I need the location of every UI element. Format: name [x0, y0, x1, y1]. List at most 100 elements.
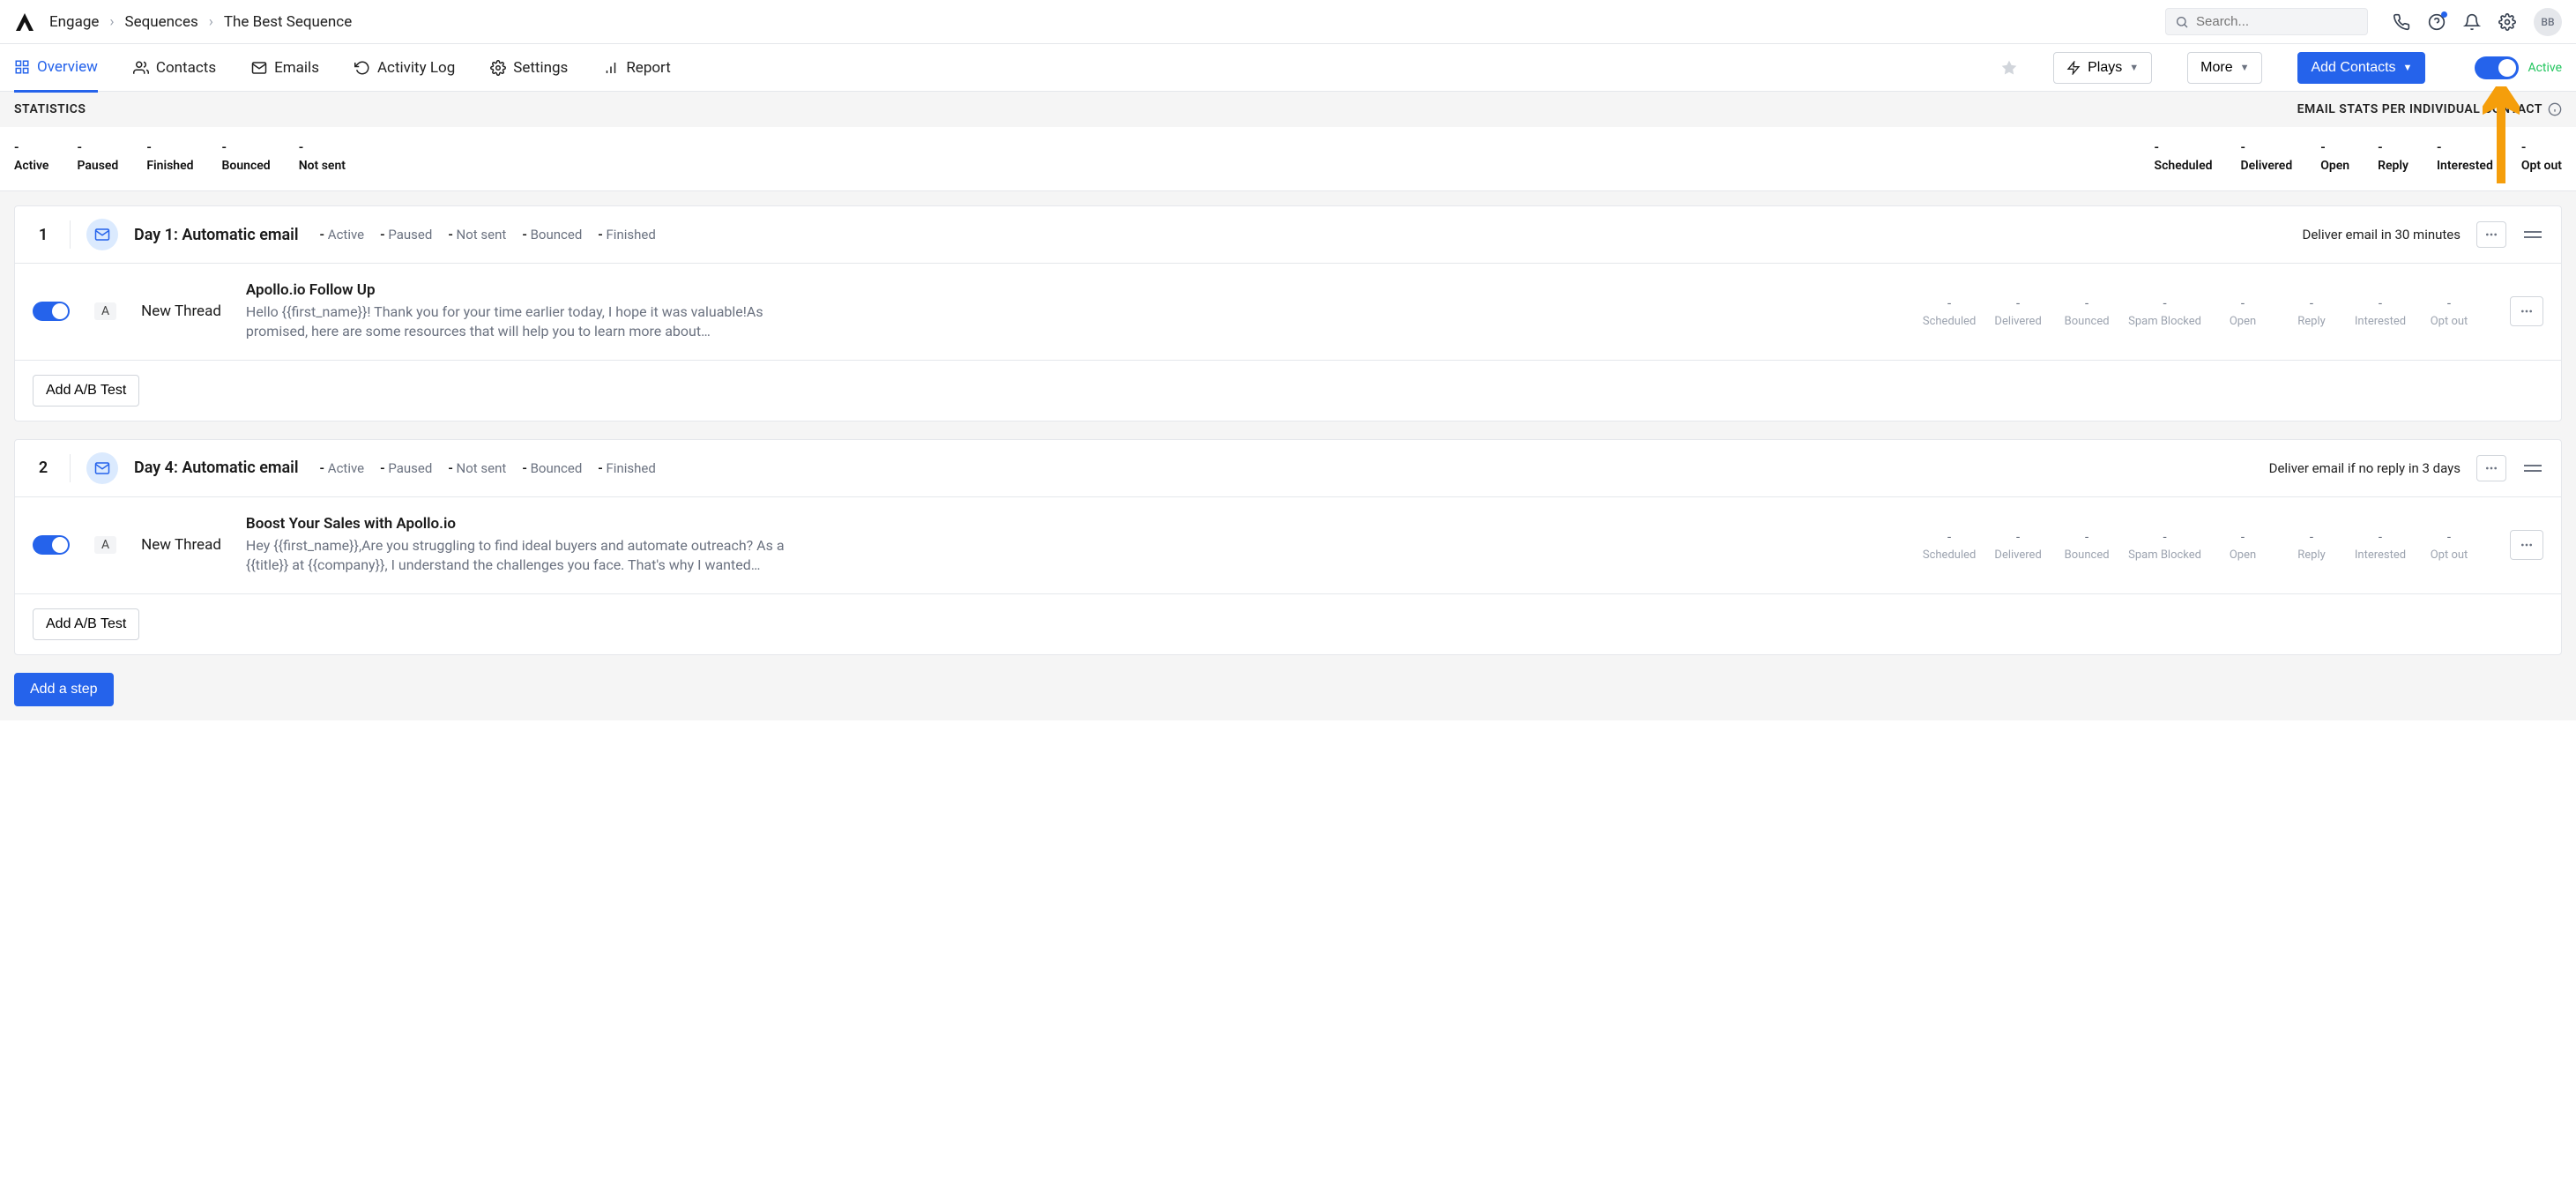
email-icon	[86, 452, 118, 484]
search-input[interactable]	[2196, 14, 2358, 29]
avatar[interactable]: BB	[2534, 8, 2562, 36]
thread-label: New Thread	[141, 536, 221, 554]
email-body[interactable]: Boost Your Sales with Apollo.io Hey {{fir…	[246, 515, 810, 576]
stat-value: -	[2378, 139, 2408, 155]
stat-value: -	[2437, 139, 2493, 155]
thread-row: ANew ThreadApollo.io Follow UpHello {{fi…	[15, 264, 2561, 361]
step-title: Day 1: Automatic email	[134, 226, 299, 244]
thread-stat-label: Scheduled	[1922, 548, 1977, 562]
stat-value: -	[2521, 139, 2562, 155]
stats-header: STATISTICS EMAIL STATS PER INDIVIDUAL CO…	[0, 92, 2576, 127]
chevron-down-icon: ▼	[2129, 63, 2139, 73]
step-mini-stat: Paused	[380, 227, 432, 242]
tab-overview[interactable]: Overview	[14, 45, 98, 93]
thread-stat-label: Bounced	[2059, 548, 2114, 562]
tab-contacts[interactable]: Contacts	[133, 44, 216, 92]
stat-item: -Delivered	[2241, 139, 2293, 173]
thread-stat-value: -	[2284, 295, 2339, 311]
thread-toggle[interactable]	[33, 302, 70, 321]
thread-label: New Thread	[141, 302, 221, 320]
tab-label: Overview	[37, 58, 98, 76]
stat-item: -Bounced	[222, 139, 271, 173]
tab-emails[interactable]: Emails	[251, 44, 319, 92]
step-menu-button[interactable]	[2476, 221, 2506, 248]
stat-label: Scheduled	[2155, 159, 2213, 173]
sequence-active-toggle[interactable]	[2475, 56, 2519, 79]
thread-toggle[interactable]	[33, 535, 70, 555]
thread-stat-value: -	[2128, 529, 2201, 545]
step-number: 2	[33, 459, 54, 477]
thread-menu-button[interactable]	[2510, 530, 2543, 560]
search-box[interactable]	[2165, 8, 2368, 35]
stat-item: -Open	[2320, 139, 2349, 173]
breadcrumb-engage[interactable]: Engage	[49, 13, 99, 31]
thread-stat: -Spam Blocked	[2128, 295, 2201, 328]
active-label: Active	[2528, 61, 2562, 75]
breadcrumb-sequences[interactable]: Sequences	[125, 13, 198, 31]
email-preview: Hey {{first_name}},Are you struggling to…	[246, 536, 810, 576]
gear-icon[interactable]	[2498, 13, 2516, 31]
thread-stat-label: Reply	[2284, 315, 2339, 328]
step-number: 1	[33, 226, 54, 244]
stat-item: - Opt out	[2521, 139, 2562, 173]
step-mini-stat: Paused	[380, 460, 432, 476]
thread-stats: -Scheduled-Delivered-Bounced-Spam Blocke…	[1922, 529, 2476, 562]
step-mini-stat: Bounced	[522, 227, 582, 242]
deliver-text: Deliver email if no reply in 3 days	[2269, 460, 2461, 476]
stats-header-right: EMAIL STATS PER INDIVIDUAL CONTACT	[2297, 102, 2542, 116]
star-icon[interactable]	[2000, 59, 2018, 77]
bell-icon[interactable]	[2463, 13, 2481, 31]
right-stats: - Scheduled -Delivered -Open -Reply -Interest…	[2155, 139, 2562, 173]
thread-stat-value: -	[2353, 529, 2408, 545]
email-subject: Boost Your Sales with Apollo.io	[246, 515, 810, 533]
thread-stat: -Bounced	[2059, 529, 2114, 562]
tab-activity-log[interactable]: Activity Log	[354, 44, 455, 92]
add-contacts-button[interactable]: Add Contacts ▼	[2297, 52, 2425, 84]
info-icon[interactable]	[2548, 102, 2562, 116]
tab-report[interactable]: Report	[603, 44, 670, 92]
step-title: Day 4: Automatic email	[134, 459, 299, 477]
add-ab-test-button[interactable]: Add A/B Test	[33, 608, 139, 640]
tab-label: Activity Log	[377, 59, 455, 77]
thread-stat-value: -	[2128, 295, 2201, 311]
stat-value: -	[299, 139, 346, 155]
thread-stat: -Interested	[2353, 295, 2408, 328]
step-mini-stat: Not sent	[448, 227, 506, 242]
stat-label: Opt out	[2521, 159, 2562, 173]
stat-value: -	[2155, 139, 2213, 155]
add-ab-test-button[interactable]: Add A/B Test	[33, 375, 139, 407]
thread-menu-button[interactable]	[2510, 296, 2543, 326]
main-content: 1Day 1: Automatic emailActivePausedNot s…	[0, 191, 2576, 720]
stat-value: -	[2320, 139, 2349, 155]
email-body[interactable]: Apollo.io Follow UpHello {{first_name}}!…	[246, 281, 810, 342]
sequence-active-toggle-wrap: Active	[2475, 56, 2562, 79]
thread-stat-label: Open	[2215, 315, 2270, 328]
plays-button[interactable]: Plays ▼	[2053, 52, 2152, 84]
search-icon	[2175, 15, 2189, 29]
thread-stat: - Open	[2215, 295, 2270, 328]
stats-row: -Active-Paused-Finished-Bounced-Not sent…	[0, 127, 2576, 191]
drag-handle-icon[interactable]	[2522, 462, 2543, 474]
notification-dot	[2441, 11, 2447, 18]
thread-stat-value: -	[2215, 295, 2270, 311]
breadcrumb: Engage › Sequences › The Best Sequence	[49, 13, 2151, 31]
step-card: 1Day 1: Automatic emailActivePausedNot s…	[14, 205, 2562, 421]
thread-stat-value: -	[1922, 295, 1977, 311]
thread-stat: -Opt out	[2422, 529, 2476, 562]
thread-stat: -Open	[2215, 529, 2270, 562]
thread-stat: -Reply	[2284, 529, 2339, 562]
stat-item: -Paused	[77, 139, 118, 173]
help-icon[interactable]	[2428, 13, 2446, 31]
tab-settings[interactable]: Settings	[490, 44, 568, 92]
stat-label: Not sent	[299, 159, 346, 173]
step-menu-button[interactable]	[2476, 455, 2506, 481]
thread-row: ANew ThreadBoost Your Sales with Apollo.…	[15, 497, 2561, 594]
thread-stat-label: Scheduled	[1922, 315, 1977, 328]
stat-item: -Interested	[2437, 139, 2493, 173]
add-step-button[interactable]: Add a step	[14, 673, 114, 706]
step-mini-stat: Finished	[598, 227, 656, 242]
more-button[interactable]: More ▼	[2187, 52, 2262, 84]
phone-icon[interactable]	[2393, 13, 2410, 31]
drag-handle-icon[interactable]	[2522, 228, 2543, 241]
stat-item: -Reply	[2378, 139, 2408, 173]
